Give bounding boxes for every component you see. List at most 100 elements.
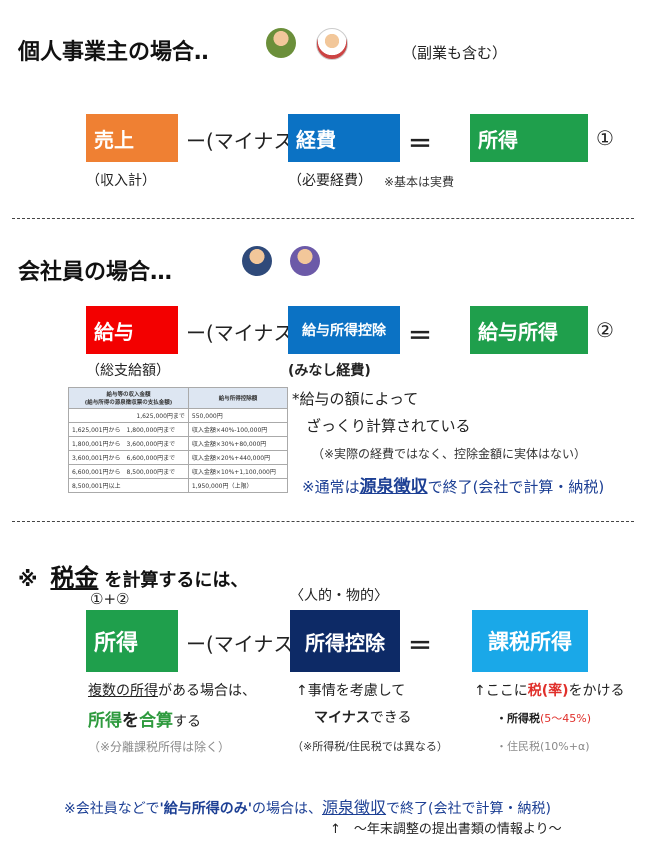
box-kyuyo-koujo-label: 給与所得控除 (302, 323, 386, 339)
table-cell: 3,600,001円から 6,600,000円まで (68, 450, 189, 465)
col2-dekiru: できる (369, 710, 412, 726)
table-cell: 収入金額×20%+440,000円 (187, 450, 289, 465)
col3-zeiritsu: 税(率) (527, 683, 569, 699)
sub-right: 〈人的・物的〉 (290, 588, 388, 604)
equals-3: ＝ (408, 632, 432, 660)
col1-line2: 所得を合算する (88, 706, 201, 731)
table-row: 1,800,001円から 3,600,000円まで 収入金額×30%+80,000… (68, 436, 289, 451)
col1-gassan: 合算 (139, 711, 173, 731)
office-worker-avatar-icon (290, 246, 320, 276)
section1-title: 個人事業主の場合‥ (18, 40, 209, 65)
section3-title: ※ 税金 を計算するには、 (18, 558, 248, 593)
col1-shotoku: 所得 (88, 711, 122, 731)
kyuyo-note-2: ざっくり計算されている (306, 417, 471, 435)
table-cell: 550,000円 (187, 408, 289, 423)
table-row: 8,500,001円以上 1,950,000円（上限） (68, 478, 289, 493)
table-cell: 収入金額×30%+80,000円 (187, 436, 289, 451)
table-cell: 1,625,001円から 1,800,000円まで (68, 422, 189, 437)
box-shotoku-3: 所得 (86, 610, 178, 672)
col1-line3: （※分離課税所得は除く） (88, 740, 231, 754)
businessman-avatar-icon (242, 246, 272, 276)
label-keihi: （必要経費） (288, 173, 372, 189)
footer-line1: ※会社員などで'給与所得のみ'の場合は、源泉徴収で終了(会社で計算・納税) (64, 794, 551, 818)
footer-gensen: 源泉徴収 (322, 798, 387, 817)
fukusu-shotoku: 複数の所得 (88, 683, 158, 699)
num-2: ② (596, 318, 614, 342)
table-cell: 1,625,000円まで (68, 408, 189, 423)
col1-wo: を (122, 711, 139, 731)
table-row: 6,600,001円から 8,500,000円まで 収入金額×10%+1,100,… (68, 464, 289, 479)
table-cell: 1,950,000円（上限） (187, 478, 289, 493)
footer-post: で終了(会社で計算・納税) (386, 801, 551, 817)
box-keihi: 経費 (288, 114, 400, 162)
equals-2: ＝ (408, 322, 432, 350)
label-minashi: (みなし経費) (288, 363, 371, 379)
box-shotoku-1: 所得 (470, 114, 588, 162)
box-kyuyo-shotoku: 給与所得 (470, 306, 588, 354)
section3-title-em: 税金 (50, 564, 99, 592)
label-kyuyo: （総支給額） (86, 363, 170, 379)
table-cell: 収入金額×40%-100,000円 (187, 422, 289, 437)
divider-2 (12, 521, 634, 522)
label-keihi-note: ※基本は実費 (384, 175, 455, 189)
kyuyo-note-4: ※通常は源泉徴収で終了(会社で計算・納税) (302, 472, 604, 497)
col3-line1: ↑ここに税(率)をかける (474, 680, 625, 700)
table-cell: 6,600,001円から 8,500,000円まで (68, 464, 189, 479)
col2-minus: マイナス (314, 710, 370, 726)
box-shotoku-1-label: 所得 (478, 127, 518, 152)
footer-mid: の場合は、 (252, 801, 323, 817)
col3-kakeru: をかける (568, 683, 625, 699)
table-cell: 8,500,001円以上 (68, 478, 189, 493)
footer-line2: ↑ ～年末調整の提出書類の情報より～ (330, 822, 562, 837)
box-kyuyo-shotoku-label: 給与所得 (478, 319, 558, 344)
col3-line3: ・住民税(10%+α) (496, 740, 590, 753)
table-header: 給与等の収入金額 (給与所得の源泉徴収票の支払金額) (68, 387, 189, 409)
box-kazei-shotoku-label: 課税所得 (488, 630, 572, 654)
col3-koko: ↑ここに (474, 683, 528, 699)
table-header: 給与所得控除額 (187, 387, 289, 409)
col2-line1: ↑事情を考慮して (296, 683, 406, 699)
section3-title-mark: ※ (18, 567, 38, 591)
box-kyuyo: 給与 (86, 306, 178, 354)
table-cell: 1,800,001円から 3,600,000円まで (68, 436, 189, 451)
col2-line2: マイナスできる (314, 707, 411, 727)
col3-shotokuzei: ・所得税 (496, 712, 540, 725)
col1-line1: 複数の所得がある場合は、 (88, 680, 256, 700)
farmer-avatar-icon (266, 28, 296, 58)
kyuyo-koujo-table: 給与等の収入金額 (給与所得の源泉徴収票の支払金額) 給与所得控除額 1,625… (68, 387, 289, 493)
table-row: 3,600,001円から 6,600,000円まで 収入金額×20%+440,00… (68, 450, 289, 465)
label-uriage: （収入計） (86, 173, 156, 189)
section2-title: 会社員の場合… (18, 260, 173, 285)
sub-left: ①+② (90, 590, 130, 608)
col2-line3: （※所得税/住民税では異なる） (292, 740, 448, 753)
table-row: 1,625,001円から 1,800,000円まで 収入金額×40%-100,00… (68, 422, 289, 437)
box-shotoku-3-label: 所得 (94, 631, 139, 656)
kyuyo-note-1: *給与の額によって (292, 390, 419, 408)
section3-title-rest: を計算するには、 (104, 570, 249, 591)
gensen-choushu-em: 源泉徴収 (359, 477, 428, 497)
minus-1: ー(マイナス) (186, 129, 302, 153)
col3-shotokuzei-rate: (5～45%) (540, 712, 592, 725)
box-uriage: 売上 (86, 114, 178, 162)
table-cell: 収入金額×10%+1,100,000円 (187, 464, 289, 479)
chef-avatar-icon (316, 28, 348, 60)
kyuyo-note-4-post: で終了(会社で計算・納税) (427, 478, 605, 496)
footer-pre: ※会社員などで (64, 801, 160, 817)
box-shotoku-koujo-label: 所得控除 (305, 630, 385, 655)
equals-1: ＝ (408, 130, 432, 158)
footer-quote: '給与所得のみ' (159, 801, 253, 817)
box-keihi-label: 経費 (296, 127, 336, 152)
box-kyuyo-koujo: 給与所得控除 (288, 306, 400, 354)
box-shotoku-koujo: 所得控除 (290, 610, 400, 672)
box-kyuyo-label: 給与 (94, 319, 134, 344)
col3-line2: ・所得税(5～45%) (496, 710, 591, 726)
divider-1 (12, 218, 634, 219)
table-row: 1,625,000円まで 550,000円 (68, 408, 289, 423)
box-kazei-shotoku: 課税所得 (472, 610, 588, 672)
minus-3: ー(マイナス) (186, 632, 302, 656)
minus-2: ー(マイナス) (186, 321, 302, 345)
kyuyo-note-4-pre: ※通常は (302, 478, 360, 496)
kyuyo-note-3: （※実際の経費ではなく、控除金額に実体はない） (312, 447, 587, 461)
box-uriage-label: 売上 (94, 127, 134, 152)
col1-line1-rest: がある場合は、 (158, 683, 256, 699)
